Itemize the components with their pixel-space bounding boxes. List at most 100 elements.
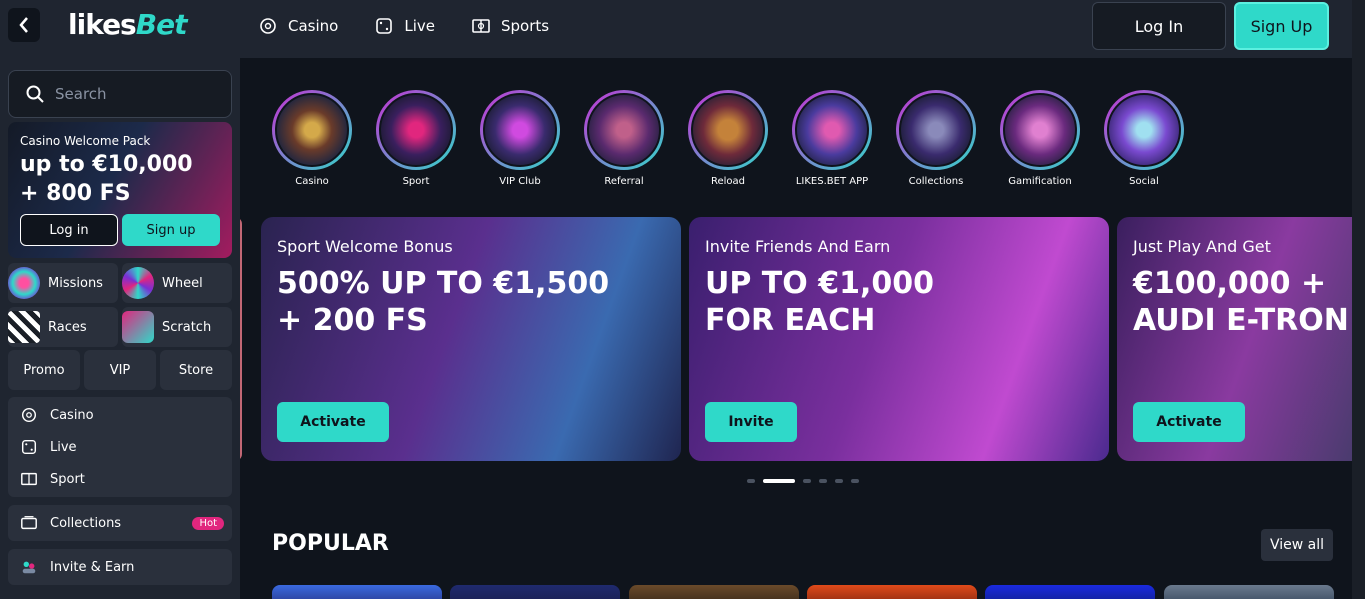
game-card[interactable] <box>1164 585 1334 599</box>
invite-row: Invite & Earn <box>8 551 232 583</box>
carousel-pagination <box>747 479 859 483</box>
welcome-offer-line2: + 800 FS <box>20 181 131 206</box>
header: likesBet Casino Live Sports Log In Sign … <box>0 0 1365 58</box>
welcome-title: Casino Welcome Pack <box>20 134 151 148</box>
tile-missions-label: Missions <box>48 275 103 291</box>
story-app[interactable]: LIKES.BET APP <box>792 90 872 187</box>
banner-invite-line2: FOR EACH <box>705 303 876 338</box>
collections-row: Collections Hot <box>8 507 232 539</box>
popular-title: POPULAR <box>272 531 389 556</box>
tile-store[interactable]: Store <box>160 350 232 390</box>
banner-sport-line1: 500% UP TO €1,500 <box>277 266 610 301</box>
welcome-offer-line1: up to €10,000 <box>20 152 193 177</box>
game-card[interactable] <box>629 585 799 599</box>
nav-live-label: Live <box>404 17 435 35</box>
tile-vip[interactable]: VIP <box>84 350 156 390</box>
nav-live[interactable]: Live <box>374 16 435 36</box>
banner-sport-subtitle: Sport Welcome Bonus <box>277 237 453 256</box>
story-reload[interactable]: Reload <box>688 90 768 187</box>
sidebar-login-button[interactable]: Log in <box>20 214 118 246</box>
welcome-pack-card[interactable]: Casino Welcome Pack up to €10,000 + 800 … <box>8 122 232 258</box>
game-card[interactable] <box>985 585 1155 599</box>
banner-invite-friends[interactable]: Invite Friends And Earn UP TO €1,000 FOR… <box>689 217 1109 461</box>
search-icon <box>26 85 44 103</box>
banner-just-play[interactable]: Just Play And Get €100,000 + AUDI E-TRON… <box>1117 217 1352 461</box>
scratch-icon <box>122 311 154 343</box>
invite-button[interactable]: Invite <box>705 402 797 442</box>
tile-races-label: Races <box>48 319 87 335</box>
nav-sports[interactable]: Sports <box>471 16 549 36</box>
story-collections[interactable]: Collections <box>896 90 976 187</box>
tile-promo[interactable]: Promo <box>8 350 80 390</box>
banner-just-play-subtitle: Just Play And Get <box>1133 237 1271 256</box>
game-card[interactable] <box>272 585 442 599</box>
casino-icon <box>21 407 37 423</box>
carousel-dot[interactable] <box>803 479 811 483</box>
story-casino-label: Casino <box>295 176 329 187</box>
carousel-dot[interactable] <box>851 479 859 483</box>
story-gamification-image <box>1003 93 1077 167</box>
nav-casino[interactable]: Casino <box>258 16 338 36</box>
logo[interactable]: likesBet <box>68 8 188 41</box>
story-social-image <box>1107 93 1181 167</box>
story-casino[interactable]: Casino <box>272 90 352 187</box>
tile-wheel[interactable]: Wheel <box>122 263 232 303</box>
tile-missions[interactable]: Missions <box>8 263 118 303</box>
banner-sport-line2: + 200 FS <box>277 303 428 338</box>
logo-text-likes: likes <box>68 8 137 41</box>
search-placeholder: Search <box>55 85 107 103</box>
races-icon <box>8 311 40 343</box>
story-sport[interactable]: Sport <box>376 90 456 187</box>
collections-icon <box>21 516 37 530</box>
page-scrollbar[interactable] <box>1352 0 1365 599</box>
view-all-button[interactable]: View all <box>1261 529 1333 561</box>
banner-sport-headline: 500% UP TO €1,500 + 200 FS <box>277 265 609 339</box>
logo-text-bet: Bet <box>135 8 188 41</box>
carousel-dot[interactable] <box>835 479 843 483</box>
tile-races[interactable]: Races <box>8 307 118 347</box>
banner-just-play-line1: €100,000 + <box>1133 266 1327 301</box>
carousel-dot-active[interactable] <box>763 479 795 483</box>
welcome-offer: up to €10,000 + 800 FS <box>20 150 193 208</box>
nav-sports-label: Sports <box>500 17 550 35</box>
sidebar-item-invite[interactable]: Invite & Earn <box>8 549 232 585</box>
sidebar-item-casino[interactable]: Casino <box>8 399 232 431</box>
sidebar-item-live[interactable]: Live <box>8 431 232 463</box>
signup-button[interactable]: Sign Up <box>1234 2 1329 50</box>
login-button[interactable]: Log In <box>1092 2 1226 50</box>
carousel-dot[interactable] <box>819 479 827 483</box>
story-referral-image <box>587 93 661 167</box>
search-input[interactable]: Search <box>8 70 232 118</box>
story-vip-club-label: VIP Club <box>499 176 541 187</box>
sidebar-item-sport[interactable]: Sport <box>8 463 232 495</box>
story-vip-club[interactable]: VIP Club <box>480 90 560 187</box>
sidebar-item-collections[interactable]: Collections Hot <box>8 505 232 541</box>
tile-scratch[interactable]: Scratch <box>122 307 232 347</box>
story-collections-label: Collections <box>908 176 964 187</box>
back-button[interactable] <box>8 8 40 42</box>
story-referral-label: Referral <box>604 176 644 187</box>
carousel-dot[interactable] <box>747 479 755 483</box>
wheel-icon <box>122 267 154 299</box>
sidebar: Search Casino Welcome Pack up to €10,000… <box>0 58 240 599</box>
activate-button-2[interactable]: Activate <box>1133 402 1245 442</box>
game-card[interactable] <box>450 585 620 599</box>
story-gamification[interactable]: Gamification <box>1000 90 1080 187</box>
activate-button[interactable]: Activate <box>277 402 389 442</box>
sidebar-signup-button[interactable]: Sign up <box>122 214 220 246</box>
banner-just-play-headline: €100,000 + AUDI E-TRON <box>1133 265 1349 339</box>
story-social[interactable]: Social <box>1104 90 1184 187</box>
banner-sport-welcome[interactable]: Sport Welcome Bonus 500% UP TO €1,500 + … <box>261 217 681 461</box>
banner-invite-subtitle: Invite Friends And Earn <box>705 237 891 256</box>
game-card[interactable] <box>807 585 977 599</box>
missions-icon <box>8 267 40 299</box>
sidebar-item-live-label: Live <box>50 439 77 455</box>
story-casino-image <box>275 93 349 167</box>
story-reload-image <box>691 93 765 167</box>
banner-previous-peek[interactable] <box>240 217 242 461</box>
invite-label: Invite & Earn <box>50 559 135 575</box>
banner-just-play-line2: AUDI E-TRON <box>1133 303 1349 338</box>
tile-wheel-label: Wheel <box>162 275 203 291</box>
dice-icon <box>21 439 37 455</box>
story-referral[interactable]: Referral <box>584 90 664 187</box>
